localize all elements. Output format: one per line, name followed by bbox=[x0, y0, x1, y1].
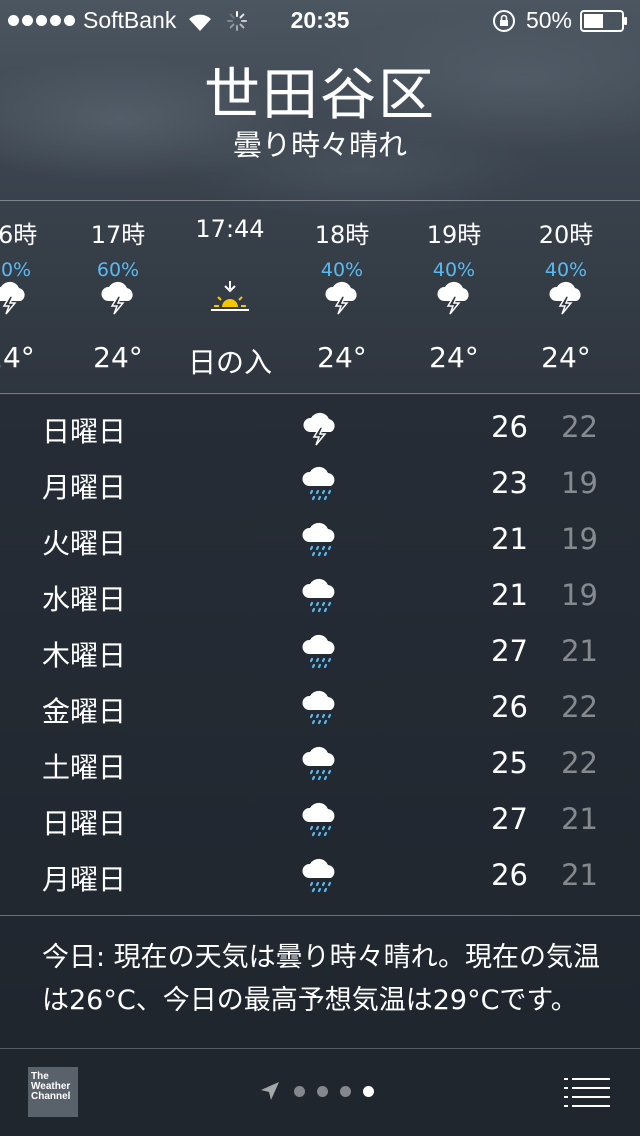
hourly-item: 18時 40% 24° bbox=[292, 201, 392, 393]
day-name: 水曜日 bbox=[42, 583, 127, 616]
thunderstorm-icon bbox=[546, 279, 586, 315]
daily-row: 日曜日 26 22 bbox=[0, 400, 640, 456]
high-temp: 21 bbox=[491, 522, 528, 556]
high-temp: 26 bbox=[491, 410, 528, 444]
hourly-temp: 24° bbox=[317, 341, 367, 374]
day-name: 日曜日 bbox=[42, 807, 127, 840]
day-name: 木曜日 bbox=[42, 639, 127, 672]
rain-icon bbox=[300, 800, 340, 840]
rain-icon bbox=[300, 744, 340, 784]
rain-icon bbox=[300, 632, 340, 672]
thunderstorm-icon bbox=[98, 279, 138, 315]
low-temp: 22 bbox=[561, 746, 598, 780]
hourly-forecast[interactable]: 16時 60% 24° 17時 60% 24° 17:44 日の入 18時 40% 24° 19時 40… bbox=[0, 201, 640, 393]
day-name: 日曜日 bbox=[42, 415, 127, 448]
daily-row: 木曜日 27 21 bbox=[0, 624, 640, 680]
high-temp: 21 bbox=[491, 578, 528, 612]
high-temp: 27 bbox=[491, 634, 528, 668]
high-temp: 26 bbox=[491, 858, 528, 892]
day-name: 金曜日 bbox=[42, 695, 127, 728]
day-name: 火曜日 bbox=[42, 527, 127, 560]
thunderstorm-icon bbox=[434, 279, 474, 315]
sunset-icon bbox=[210, 279, 250, 315]
rotation-lock-icon bbox=[492, 9, 515, 32]
low-temp: 21 bbox=[561, 858, 598, 892]
rain-icon bbox=[300, 520, 340, 560]
hourly-temp: 日の入 bbox=[187, 346, 272, 379]
hourly-item: 17時 60% 24° bbox=[68, 201, 168, 393]
high-temp: 23 bbox=[491, 466, 528, 500]
city-name: 世田谷区 bbox=[204, 63, 436, 128]
low-temp: 22 bbox=[561, 690, 598, 724]
hourly-time: 16時 bbox=[0, 221, 38, 249]
low-temp: 19 bbox=[561, 466, 598, 500]
hourly-time: 17時 bbox=[90, 221, 146, 249]
hourly-item: 16時 60% 24° bbox=[0, 201, 60, 393]
today-summary: 今日: 現在の天気は曇り時々晴れ。現在の気温は26°C、今日の最高予想気温は29… bbox=[42, 942, 600, 1016]
rain-icon bbox=[300, 856, 340, 896]
precipitation-chance: 40% bbox=[432, 259, 476, 281]
rain-icon bbox=[300, 576, 340, 616]
hourly-temp: 24° bbox=[93, 341, 143, 374]
day-name: 月曜日 bbox=[42, 471, 127, 504]
thunderstorm-icon bbox=[322, 279, 362, 315]
hourly-item: 17:44 日の入 bbox=[180, 201, 280, 393]
current-condition: 曇り時々晴れ bbox=[232, 128, 407, 162]
page-dot[interactable] bbox=[340, 1085, 351, 1097]
low-temp: 21 bbox=[561, 634, 598, 668]
high-temp: 25 bbox=[491, 746, 528, 780]
page-indicator[interactable] bbox=[258, 1079, 374, 1103]
precipitation-chance: 40% bbox=[320, 259, 364, 281]
hourly-temp: 24° bbox=[541, 341, 591, 374]
page-dot[interactable] bbox=[317, 1085, 328, 1097]
hourly-time: 19時 bbox=[426, 221, 482, 249]
divider bbox=[0, 393, 640, 394]
battery-icon bbox=[580, 9, 627, 32]
rain-icon bbox=[300, 688, 340, 728]
hourly-temp: 24° bbox=[429, 341, 479, 374]
day-name: 土曜日 bbox=[42, 751, 127, 784]
low-temp: 22 bbox=[561, 410, 598, 444]
page-dot[interactable] bbox=[363, 1085, 374, 1097]
daily-row: 火曜日 21 19 bbox=[0, 512, 640, 568]
day-name: 月曜日 bbox=[42, 863, 127, 896]
low-temp: 21 bbox=[561, 802, 598, 836]
status-bar: SoftBank 20:35 50% bbox=[0, 0, 640, 40]
high-temp: 27 bbox=[491, 802, 528, 836]
logo-text: The Weather Channel bbox=[31, 1071, 71, 1102]
location-arrow-icon bbox=[261, 1082, 279, 1100]
precipitation-chance: 60% bbox=[0, 259, 32, 281]
hourly-item: 20時 40% 24° bbox=[516, 201, 616, 393]
weather-channel-logo[interactable]: The Weather Channel bbox=[28, 1067, 78, 1117]
daily-row: 日曜日 27 21 bbox=[0, 792, 640, 848]
daily-row: 月曜日 23 19 bbox=[0, 456, 640, 512]
page-dot[interactable] bbox=[294, 1085, 305, 1097]
hourly-time: 20時 bbox=[538, 221, 594, 249]
divider bbox=[0, 915, 640, 916]
daily-row: 月曜日 26 21 bbox=[0, 848, 640, 904]
hourly-time: 18時 bbox=[314, 221, 370, 249]
daily-row: 土曜日 25 22 bbox=[0, 736, 640, 792]
hourly-temp: 24° bbox=[0, 341, 35, 374]
daily-row: 水曜日 21 19 bbox=[0, 568, 640, 624]
thunderstorm-icon bbox=[300, 408, 340, 448]
list-icon[interactable] bbox=[564, 1076, 610, 1108]
battery-percent: 50% bbox=[525, 7, 572, 33]
high-temp: 26 bbox=[491, 690, 528, 724]
hourly-time: 17:44 bbox=[195, 215, 265, 243]
bottom-toolbar: The Weather Channel bbox=[0, 1049, 640, 1136]
low-temp: 19 bbox=[561, 522, 598, 556]
rain-icon bbox=[300, 464, 340, 504]
thunderstorm-icon bbox=[0, 279, 30, 315]
precipitation-chance: 40% bbox=[544, 259, 588, 281]
daily-row: 金曜日 26 22 bbox=[0, 680, 640, 736]
low-temp: 19 bbox=[561, 578, 598, 612]
precipitation-chance: 60% bbox=[96, 259, 140, 281]
hourly-item: 19時 40% 24° bbox=[404, 201, 504, 393]
